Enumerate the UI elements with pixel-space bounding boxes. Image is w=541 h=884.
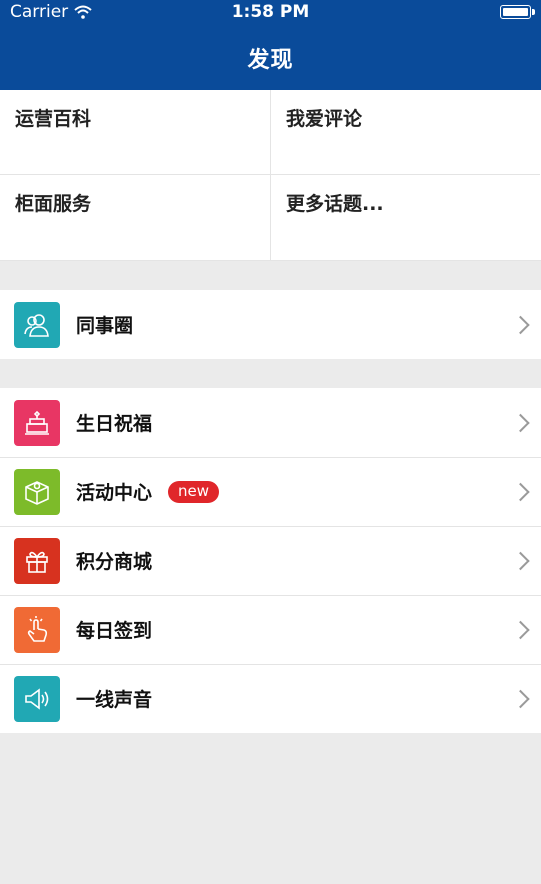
section-colleagues: 同事圈: [0, 290, 541, 359]
topic-grid: 运营百科 我爱评论 柜面服务 更多话题...: [0, 90, 541, 261]
speaker-icon: [14, 675, 60, 722]
grid-item-label: 柜面服务: [15, 193, 92, 215]
chevron-right-icon: [511, 413, 530, 432]
chevron-right-icon: [511, 551, 530, 570]
list-item-birthday[interactable]: 生日祝福: [0, 388, 541, 457]
list-item-daily-checkin[interactable]: 每日签到: [0, 595, 541, 664]
cake-icon: [14, 399, 60, 446]
page-title: 发现: [247, 48, 294, 73]
grid-item-counter-service[interactable]: 柜面服务: [0, 175, 270, 260]
list-item-frontline-voice[interactable]: 一线声音: [0, 664, 541, 733]
chevron-right-icon: [511, 620, 530, 639]
list-item-label: 同事圈: [76, 315, 134, 337]
list-item-colleague-circle[interactable]: 同事圈: [0, 290, 541, 359]
header: Carrier 1:58 PM 发现: [0, 0, 541, 90]
status-time: 1:58 PM: [231, 2, 310, 22]
chevron-right-icon: [511, 315, 530, 334]
list-item-activity-center[interactable]: 活动中心 new: [0, 457, 541, 526]
grid-item-comments[interactable]: 我爱评论: [270, 90, 540, 175]
grid-item-label: 我爱评论: [286, 108, 363, 130]
list-item-label: 一线声音: [76, 689, 153, 711]
list-item-label: 每日签到: [76, 620, 153, 642]
box-icon: [14, 468, 60, 515]
grid-item-label: 运营百科: [15, 108, 92, 130]
grid-item-ops-wiki[interactable]: 运营百科: [0, 90, 270, 175]
section-features: 生日祝福 活动中心 new 积分商城 每日签到 一线声音: [0, 388, 541, 733]
list-item-label: 生日祝福: [76, 413, 153, 435]
gift-icon: [14, 537, 60, 584]
grid-item-label: 更多话题...: [286, 193, 384, 215]
status-bar: Carrier 1:58 PM: [0, 0, 541, 28]
new-badge: new: [168, 480, 220, 503]
list-item-label: 积分商城: [76, 551, 153, 573]
people-icon: [14, 301, 60, 348]
grid-item-more-topics[interactable]: 更多话题...: [270, 175, 540, 260]
chevron-right-icon: [511, 689, 530, 708]
chevron-right-icon: [511, 482, 530, 501]
battery-icon: [500, 5, 535, 19]
list-item-points-mall[interactable]: 积分商城: [0, 526, 541, 595]
tap-icon: [14, 606, 60, 653]
list-item-label: 活动中心: [76, 482, 153, 504]
